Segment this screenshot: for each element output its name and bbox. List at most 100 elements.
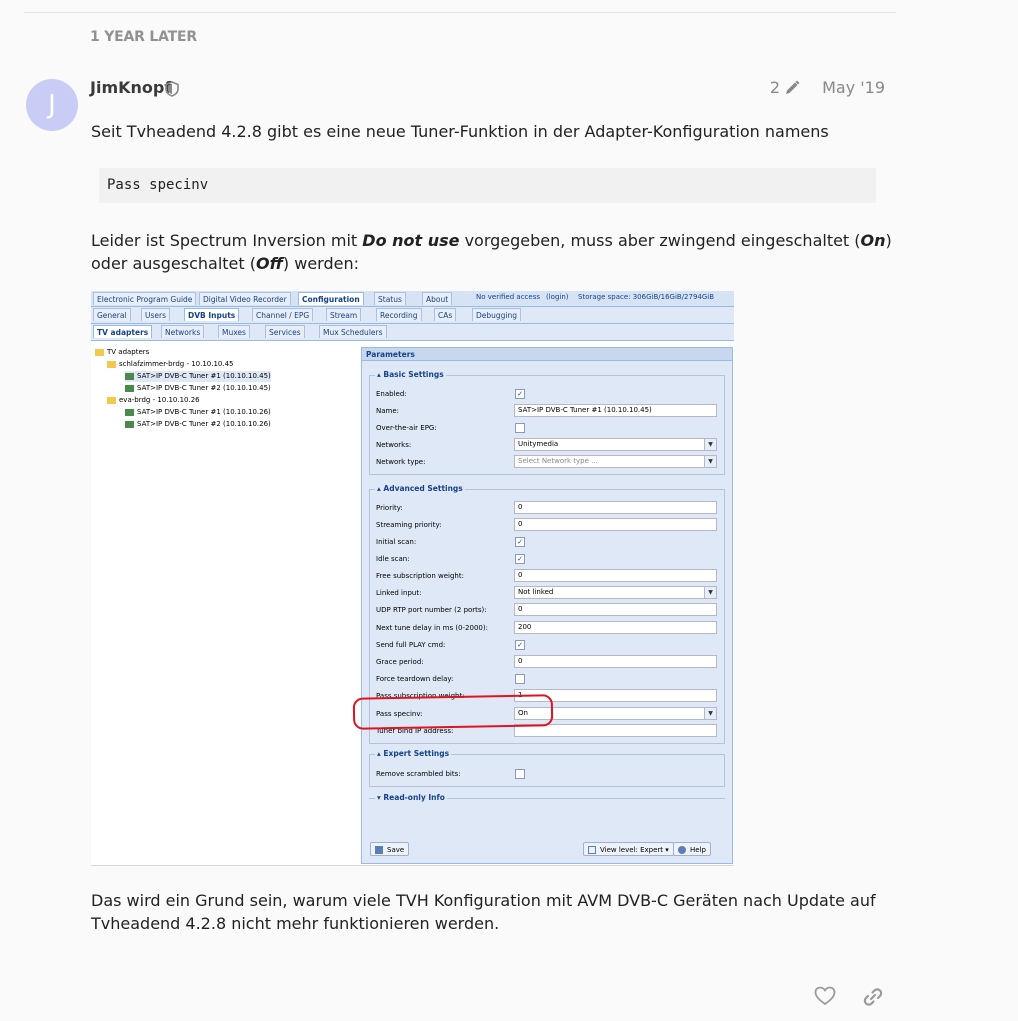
tab-mux-schedulers[interactable]: Mux Schedulers [319,325,387,338]
legend-text: Advanced Settings [383,484,463,493]
tab-epg[interactable]: Electronic Program Guide [93,292,197,305]
highlight-circle [352,694,554,730]
shield-icon [165,81,179,97]
field-label: Priority: [376,504,403,512]
edit-count: 2 [769,78,781,97]
enabled-checkbox[interactable]: ✓ [515,389,525,399]
field-label: Enabled: [376,390,407,398]
legend-text: Basic Settings [383,370,444,379]
remove-scrambled-checkbox[interactable] [515,769,525,779]
tree-node-tuner[interactable]: SAT>IP DVB-C Tuner #2 (10.10.10.45) [125,383,271,394]
tree-label: SAT>IP DVB-C Tuner #2 (10.10.10.45) [137,384,271,392]
field-label: Grace period: [376,658,424,666]
tab-label: CAs [438,311,453,320]
tree-label: SAT>IP DVB-C Tuner #1 (10.10.10.26) [137,408,271,416]
free-subscription-weight-input[interactable]: 0 [514,569,717,582]
code-block: Pass specinv [99,168,876,203]
text-run: Leider ist Spectrum Inversion mit [91,231,363,250]
network-type-select[interactable]: Select Network type ... ▼ [514,455,717,468]
tab-recording[interactable]: Recording [376,308,422,321]
view-level-button[interactable]: View level: Expert ▾ [583,842,674,856]
priority-input[interactable]: 0 [514,501,717,514]
dvb-tab-bar: TV adapters Networks Muxes Services Mux … [91,324,734,341]
name-input[interactable]: SAT>IP DVB-C Tuner #1 (10.10.10.45) [514,404,717,417]
grace-period-input[interactable]: 0 [514,655,717,668]
tab-label: Mux Schedulers [323,328,383,337]
field-label: Linked input: [376,589,422,597]
post-paragraph-3: Das wird ein Grund sein, warum viele TVH… [91,889,876,935]
share-link-button[interactable] [862,986,884,1012]
avatar[interactable]: J [26,79,78,131]
tree-node-tuner[interactable]: SAT>IP DVB-C Tuner #2 (10.10.10.26) [125,419,271,430]
next-tune-delay-input[interactable]: 200 [514,621,717,634]
username-link[interactable]: JimKnopf [90,78,171,97]
ota-epg-checkbox[interactable] [515,423,525,433]
field-label: Send full PLAY cmd: [376,641,446,649]
tab-label: DVB Inputs [188,311,236,320]
tab-debugging[interactable]: Debugging [472,308,522,321]
login-link[interactable]: (login) [546,293,569,301]
tab-label: Electronic Program Guide [97,295,193,304]
tree-node-tuner[interactable]: SAT>IP DVB-C Tuner #1 (10.10.10.26) [125,407,271,418]
view-icon [588,846,596,854]
tree-label: SAT>IP DVB-C Tuner #2 (10.10.10.26) [137,420,271,428]
text-run: ) werden: [282,254,359,273]
readonly-info-legend[interactable]: ▾ Read-only Info [375,793,447,802]
tab-about[interactable]: About [422,292,453,305]
folder-icon [95,348,104,356]
field-label: Network type: [376,458,426,466]
expert-settings-legend[interactable]: ▴ Expert Settings [375,749,452,758]
udp-rtp-port-input[interactable]: 0 [514,603,717,616]
tree-node-host[interactable]: schlafzimmer-brdg - 10.10.10.45 [107,359,234,370]
tree-root[interactable]: TV adapters [95,347,149,358]
tab-configuration[interactable]: Configuration [298,292,364,305]
tuner-icon [125,384,134,392]
tab-tv-adapters[interactable]: TV adapters [93,325,153,338]
field-label: Streaming priority: [376,521,442,529]
adapter-tree: TV adapters schlafzimmer-brdg - 10.10.10… [91,341,359,865]
streaming-priority-input[interactable]: 0 [514,518,717,531]
chevron-down-icon: ▼ [704,439,716,450]
tree-label: SAT>IP DVB-C Tuner #1 (10.10.10.45) [137,372,271,380]
tuner-icon [125,408,134,416]
tab-dvr[interactable]: Digital Video Recorder [199,292,291,305]
button-label: Save [387,846,405,854]
tab-cas[interactable]: CAs [434,308,457,321]
field-label: Next tune delay in ms (0-2000): [376,624,488,632]
initial-scan-checkbox[interactable]: ✓ [515,537,525,547]
help-button[interactable]: Help [673,842,711,856]
tab-users[interactable]: Users [141,308,171,321]
idle-scan-checkbox[interactable]: ✓ [515,554,525,564]
tab-channel-epg[interactable]: Channel / EPG [252,308,314,321]
tab-muxes[interactable]: Muxes [218,325,250,338]
embedded-screenshot[interactable]: Electronic Program Guide Digital Video R… [91,291,734,866]
networks-select[interactable]: Unitymedia ▼ [514,438,717,451]
post-date[interactable]: May '19 [822,78,885,97]
tab-status[interactable]: Status [374,292,406,305]
tab-dvb-inputs[interactable]: DVB Inputs [184,308,240,321]
tree-node-host[interactable]: eva-brdg - 10.10.10.26 [107,395,200,406]
send-full-play-checkbox[interactable]: ✓ [515,640,525,650]
save-button[interactable]: Save [370,842,410,856]
force-teardown-checkbox[interactable] [515,674,525,684]
storage-status: Storage space: 306GiB/16GiB/2794GiB [578,293,715,301]
advanced-settings-legend[interactable]: ▴ Advanced Settings [375,484,465,493]
tab-networks[interactable]: Networks [161,325,205,338]
tree-label: TV adapters [107,348,150,356]
emphasis-on: On [860,231,886,250]
tab-general[interactable]: General [93,308,131,321]
linked-input-select[interactable]: Not linked ▼ [514,586,717,599]
basic-settings-legend[interactable]: ▴ Basic Settings [375,370,446,379]
field-label: Free subscription weight: [376,572,464,580]
tab-services[interactable]: Services [265,325,305,338]
tab-label: Configuration [302,295,360,304]
tree-node-tuner[interactable]: SAT>IP DVB-C Tuner #1 (10.10.10.45) [125,371,271,382]
access-status: No verified access [476,293,540,301]
edit-history-button[interactable]: 2 [770,78,800,97]
chevron-down-icon: ▼ [704,587,716,598]
folder-icon [107,396,116,404]
field-label: Name: [376,407,400,415]
post-paragraph-1: Seit Tvheadend 4.2.8 gibt es eine neue T… [91,122,829,141]
tab-stream[interactable]: Stream [326,308,362,321]
like-button[interactable] [814,986,836,1010]
